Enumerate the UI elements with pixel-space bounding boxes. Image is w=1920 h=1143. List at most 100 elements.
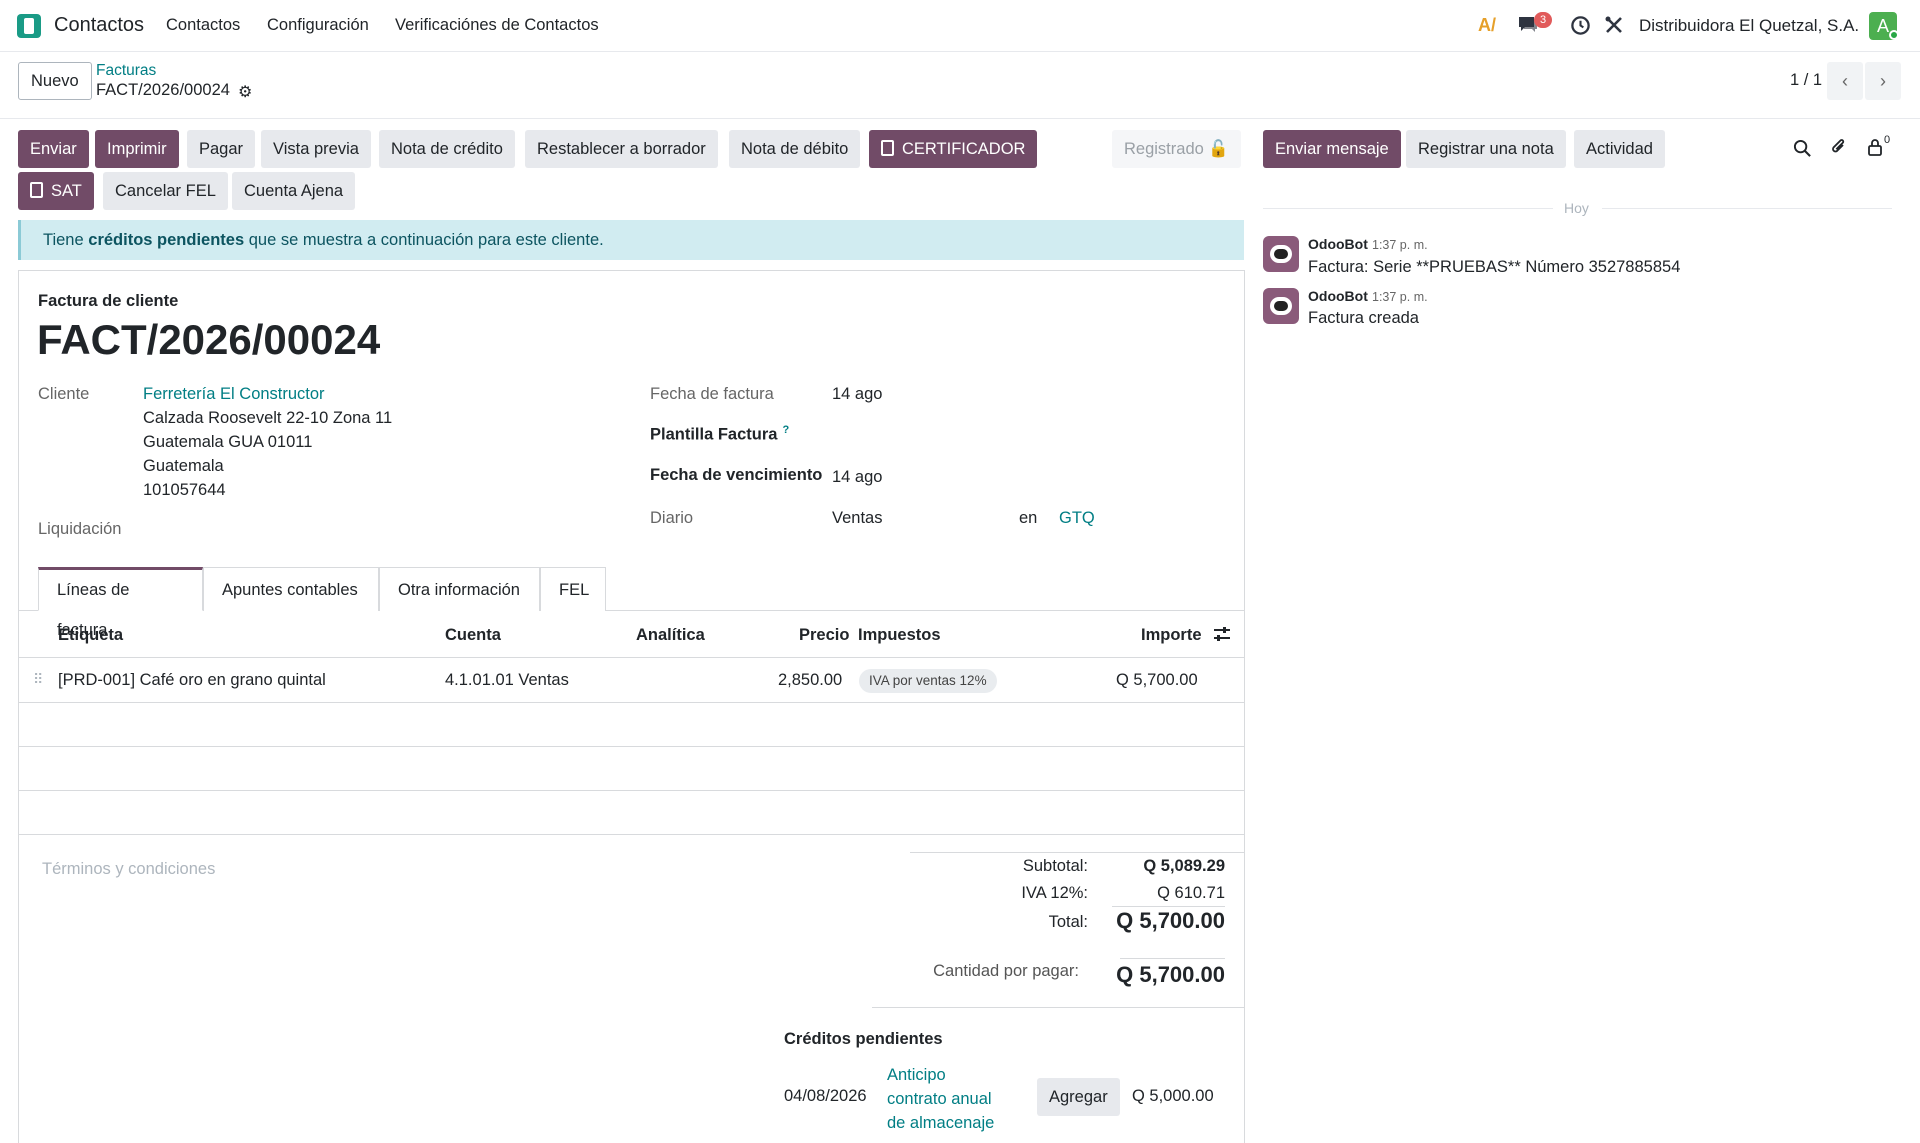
- line-cuenta[interactable]: 4.1.01.01 Ventas: [445, 671, 569, 690]
- diario-field[interactable]: Ventas: [832, 509, 882, 528]
- plantilla-help-icon[interactable]: ?: [782, 424, 789, 436]
- document-icon: [881, 140, 894, 156]
- tab-fel[interactable]: FEL: [540, 567, 606, 611]
- message-author[interactable]: OdooBot: [1308, 288, 1368, 304]
- pager-value[interactable]: 1 / 1: [1790, 71, 1822, 90]
- actividad-button[interactable]: Actividad: [1574, 130, 1665, 168]
- line-importe: Q 5,700.00: [1116, 671, 1198, 689]
- ai-assistant-icon[interactable]: A/: [1478, 15, 1496, 36]
- line-etiqueta[interactable]: [PRD-001] Café oro en grano quintal: [58, 671, 326, 690]
- search-icon[interactable]: [1793, 139, 1812, 163]
- cancelar-fel-button[interactable]: Cancelar FEL: [103, 172, 228, 210]
- col-impuestos[interactable]: Impuestos: [858, 626, 941, 645]
- alert-suffix: que se muestra a continuación para este …: [248, 231, 604, 249]
- menu-verificaciones[interactable]: Verificaciónes de Contactos: [395, 16, 599, 35]
- invoice-number: FACT/2026/00024: [37, 316, 381, 363]
- table-row-divider: [19, 746, 1244, 747]
- col-cuenta[interactable]: Cuenta: [445, 626, 501, 645]
- vista-previa-button[interactable]: Vista previa: [261, 130, 371, 168]
- odoobot-avatar[interactable]: [1263, 236, 1299, 272]
- drag-handle-icon[interactable]: ⠿: [33, 671, 43, 688]
- credito-descripcion-link[interactable]: Anticipo contrato anual de almacenaje: [887, 1063, 994, 1135]
- nota-debito-button[interactable]: Nota de débito: [729, 130, 861, 168]
- line-precio[interactable]: 2,850.00: [778, 671, 842, 690]
- tab-lineas-factura[interactable]: Líneas de factura: [38, 567, 203, 639]
- credito-fecha: 04/08/2026: [784, 1087, 867, 1105]
- pagar-button[interactable]: Pagar: [187, 130, 256, 168]
- breadcrumb-facturas[interactable]: Facturas: [96, 62, 156, 80]
- unlock-icon: 🔓: [1208, 140, 1229, 158]
- subtotal-label: Subtotal:: [1022, 857, 1088, 875]
- message-time: 1:37 p. m.: [1372, 238, 1428, 252]
- cliente-nit: 101057644: [143, 481, 226, 499]
- paperclip-icon[interactable]: [1828, 137, 1848, 162]
- fecha-vencimiento-field[interactable]: 14 ago: [832, 468, 882, 487]
- restablecer-borrador-button[interactable]: Restablecer a borrador: [525, 130, 718, 168]
- clock-icon[interactable]: [1570, 15, 1591, 42]
- cliente-name-link[interactable]: Ferretería El Constructor: [143, 385, 325, 404]
- sat-label: SAT: [51, 182, 82, 200]
- top-navbar: Contactos Contactos Configuración Verifi…: [0, 0, 1920, 52]
- tab-otra-informacion[interactable]: Otra información: [379, 567, 540, 611]
- certificador-button[interactable]: CERTIFICADOR: [869, 130, 1038, 168]
- por-pagar-label: Cantidad por pagar:: [933, 962, 1079, 980]
- moneda-link[interactable]: GTQ: [1059, 509, 1095, 528]
- pager-next-button[interactable]: ›: [1865, 62, 1901, 100]
- total-value: Q 5,700.00: [1116, 908, 1225, 933]
- app-name[interactable]: Contactos: [54, 14, 144, 37]
- message-time: 1:37 p. m.: [1372, 290, 1428, 304]
- subtotal-value: Q 5,089.29: [1143, 857, 1225, 875]
- enviar-button[interactable]: Enviar: [18, 130, 89, 168]
- contacts-app-icon[interactable]: [17, 14, 41, 38]
- alert-prefix: Tiene: [43, 231, 84, 249]
- total-divider: [1112, 906, 1225, 907]
- fecha-vencimiento-label: Fecha de vencimiento: [650, 466, 823, 484]
- cliente-address-line-1: Calzada Roosevelt 22-10 Zona 11: [143, 409, 393, 427]
- nota-credito-button[interactable]: Nota de crédito: [379, 130, 515, 168]
- tab-apuntes-contables[interactable]: Apuntes contables: [203, 567, 379, 611]
- invoice-type-label: Factura de cliente: [38, 292, 179, 310]
- followers-lock-icon[interactable]: [1866, 137, 1884, 162]
- liquidacion-label: Liquidación: [38, 520, 122, 538]
- breadcrumb-current: FACT/2026/00024: [96, 81, 230, 99]
- menu-contactos[interactable]: Contactos: [166, 16, 240, 35]
- tools-icon[interactable]: [1604, 15, 1624, 41]
- gear-icon[interactable]: ⚙: [238, 82, 252, 102]
- cliente-label: Cliente: [38, 385, 90, 403]
- imprimir-button[interactable]: Imprimir: [95, 130, 179, 168]
- enviar-mensaje-button[interactable]: Enviar mensaje: [1263, 130, 1401, 168]
- credito-desc-line: de almacenaje: [887, 1114, 995, 1132]
- odoobot-avatar[interactable]: [1263, 288, 1299, 324]
- new-button[interactable]: Nuevo: [18, 62, 92, 100]
- message-body: Factura creada: [1308, 309, 1419, 327]
- pager-prev-button[interactable]: ‹: [1827, 62, 1863, 100]
- plantilla-label: Plantilla Factura?: [650, 424, 789, 445]
- por-pagar-divider: [1120, 958, 1225, 959]
- message-author[interactable]: OdooBot: [1308, 236, 1368, 252]
- fecha-factura-field[interactable]: 14 ago: [832, 385, 882, 404]
- por-pagar-value: Q 5,700.00: [1116, 962, 1225, 987]
- line-tax-tag[interactable]: IVA por ventas 12%: [859, 669, 997, 693]
- totals-top-divider: [910, 852, 1244, 853]
- col-analitica[interactable]: Analítica: [636, 626, 705, 645]
- date-separator-line: [1602, 208, 1892, 209]
- cuenta-ajena-button[interactable]: Cuenta Ajena: [232, 172, 356, 210]
- alert-bold: créditos pendientes: [88, 231, 245, 249]
- sat-button[interactable]: SAT: [18, 172, 94, 210]
- menu-configuracion[interactable]: Configuración: [267, 16, 369, 35]
- credito-desc-line: contrato anual: [887, 1090, 992, 1108]
- cliente-address-line-3: Guatemala: [143, 457, 224, 475]
- agregar-credito-button[interactable]: Agregar: [1037, 1078, 1120, 1116]
- col-etiqueta[interactable]: Etiqueta: [58, 626, 123, 645]
- column-settings-icon[interactable]: [1213, 625, 1231, 648]
- col-importe[interactable]: Importe: [1141, 626, 1202, 645]
- iva-value: Q 610.71: [1157, 884, 1225, 902]
- online-status-dot: [1889, 30, 1899, 40]
- company-switcher[interactable]: Distribuidora El Quetzal, S.A.: [1639, 16, 1859, 36]
- col-precio[interactable]: Precio: [799, 626, 849, 645]
- credito-monto: Q 5,000.00: [1132, 1087, 1214, 1105]
- registrar-nota-button[interactable]: Registrar una nota: [1406, 130, 1566, 168]
- pending-credits-alert: Tiene créditos pendientes que se muestra…: [18, 220, 1244, 260]
- credito-desc-line: Anticipo: [887, 1066, 946, 1084]
- terms-input[interactable]: Términos y condiciones: [42, 860, 215, 879]
